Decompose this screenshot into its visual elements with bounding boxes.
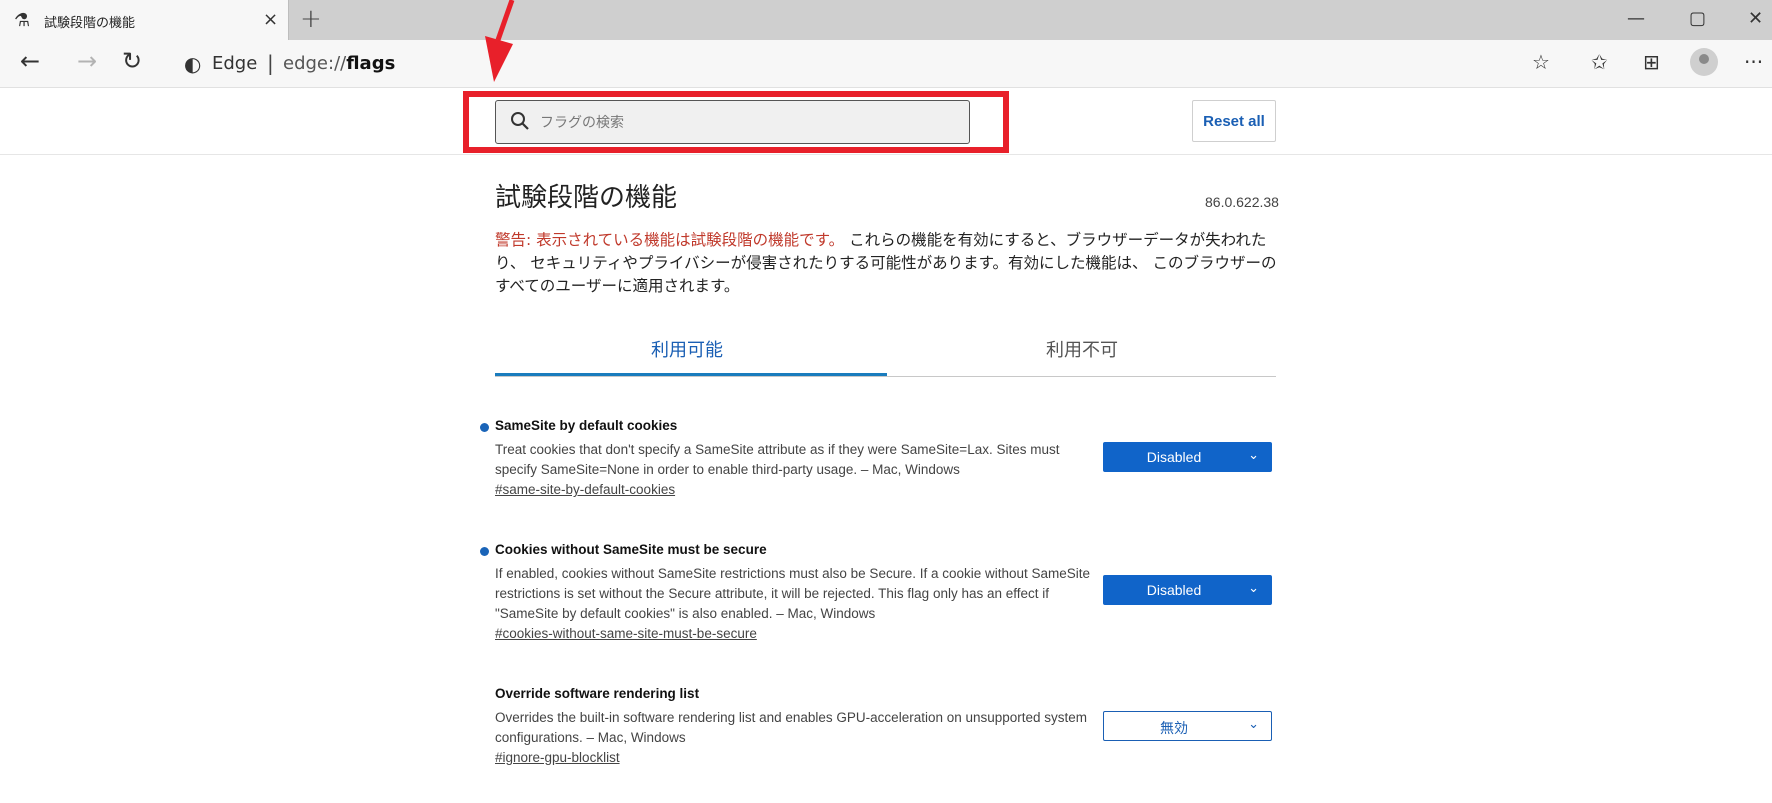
refresh-icon[interactable]: ↻ — [122, 47, 142, 75]
version-number: 86.0.622.38 — [1205, 194, 1279, 210]
flag-select-value: Disabled — [1146, 449, 1202, 465]
flag-tabs: 利用可能 利用不可 — [495, 328, 1276, 377]
flask-icon: ⚗ — [14, 10, 31, 31]
navigation-bar: ← → ↻ ◐ Edge | edge://flags ☆ ✩ ⊞ ··· — [0, 40, 1772, 88]
close-window-icon[interactable]: ✕ — [1748, 8, 1763, 29]
star-icon[interactable]: ☆ — [1532, 50, 1550, 74]
chevron-down-icon: ⌄ — [1248, 716, 1259, 731]
flag-description: Treat cookies that don't specify a SameS… — [495, 442, 1060, 477]
url-prefix: edge:// — [283, 53, 347, 74]
more-icon[interactable]: ··· — [1744, 50, 1763, 74]
maximize-icon[interactable]: ▢ — [1689, 8, 1706, 29]
flag-title: SameSite by default cookies — [495, 418, 678, 433]
browser-tab[interactable]: ⚗ 試験段階の機能 × — [0, 0, 289, 40]
page-title: 試験段階の機能 — [495, 183, 678, 213]
flag-item: Cookies without SameSite must be secure … — [480, 542, 1285, 644]
modified-dot-icon — [480, 423, 489, 432]
new-tab-button[interactable]: + — [300, 4, 322, 34]
flag-item: SameSite by default cookies Treat cookie… — [480, 418, 1285, 500]
flag-title: Cookies without SameSite must be secure — [495, 542, 767, 557]
modified-dot-icon — [480, 547, 489, 556]
flag-select-value: 無効 — [1160, 720, 1188, 736]
collections-icon[interactable]: ⊞ — [1643, 50, 1660, 74]
flag-select[interactable]: Disabled ⌄ — [1103, 575, 1272, 605]
warning-prefix: 警告: 表示されている機能は試験段階の機能です。 — [495, 231, 845, 249]
flag-select[interactable]: 無効 ⌄ — [1103, 711, 1272, 741]
flag-title: Override software rendering list — [495, 686, 700, 701]
tab-title: 試験段階の機能 — [44, 16, 136, 31]
favorites-icon[interactable]: ✩ — [1591, 50, 1608, 74]
flag-description: If enabled, cookies without SameSite res… — [495, 566, 1091, 621]
site-name: Edge — [212, 53, 258, 74]
flag-link[interactable]: #same-site-by-default-cookies — [495, 480, 1285, 500]
annotation-highlight-box — [463, 91, 1009, 153]
flag-item: Override software rendering list Overrid… — [495, 686, 1285, 768]
tab-strip: ⚗ 試験段階の機能 × + — ▢ ✕ — [0, 0, 1772, 40]
tab-available[interactable]: 利用可能 — [651, 336, 723, 362]
chevron-down-icon: ⌄ — [1248, 580, 1259, 595]
minimize-icon[interactable]: — — [1627, 8, 1645, 29]
flag-select[interactable]: Disabled ⌄ — [1103, 442, 1272, 472]
active-tab-indicator — [495, 373, 887, 376]
reset-all-button[interactable]: Reset all — [1192, 100, 1276, 142]
forward-icon[interactable]: → — [77, 47, 97, 75]
address-separator: | — [267, 51, 274, 75]
edge-icon: ◐ — [184, 52, 202, 76]
chevron-down-icon: ⌄ — [1248, 447, 1259, 462]
flag-link[interactable]: #ignore-gpu-blocklist — [495, 748, 1285, 768]
warning-message: 警告: 表示されている機能は試験段階の機能です。 これらの機能を有効にすると、ブ… — [495, 229, 1285, 298]
url-path: flags — [346, 53, 396, 74]
address-url[interactable]: edge://flags — [283, 53, 395, 74]
flag-description: Overrides the built-in software renderin… — [495, 710, 1088, 745]
flag-link[interactable]: #cookies-without-same-site-must-be-secur… — [495, 624, 1285, 644]
profile-icon[interactable] — [1690, 48, 1718, 76]
flag-select-value: Disabled — [1146, 582, 1202, 598]
close-tab-icon[interactable]: × — [263, 9, 278, 30]
back-icon[interactable]: ← — [20, 47, 40, 75]
tab-unavailable[interactable]: 利用不可 — [1046, 336, 1118, 362]
